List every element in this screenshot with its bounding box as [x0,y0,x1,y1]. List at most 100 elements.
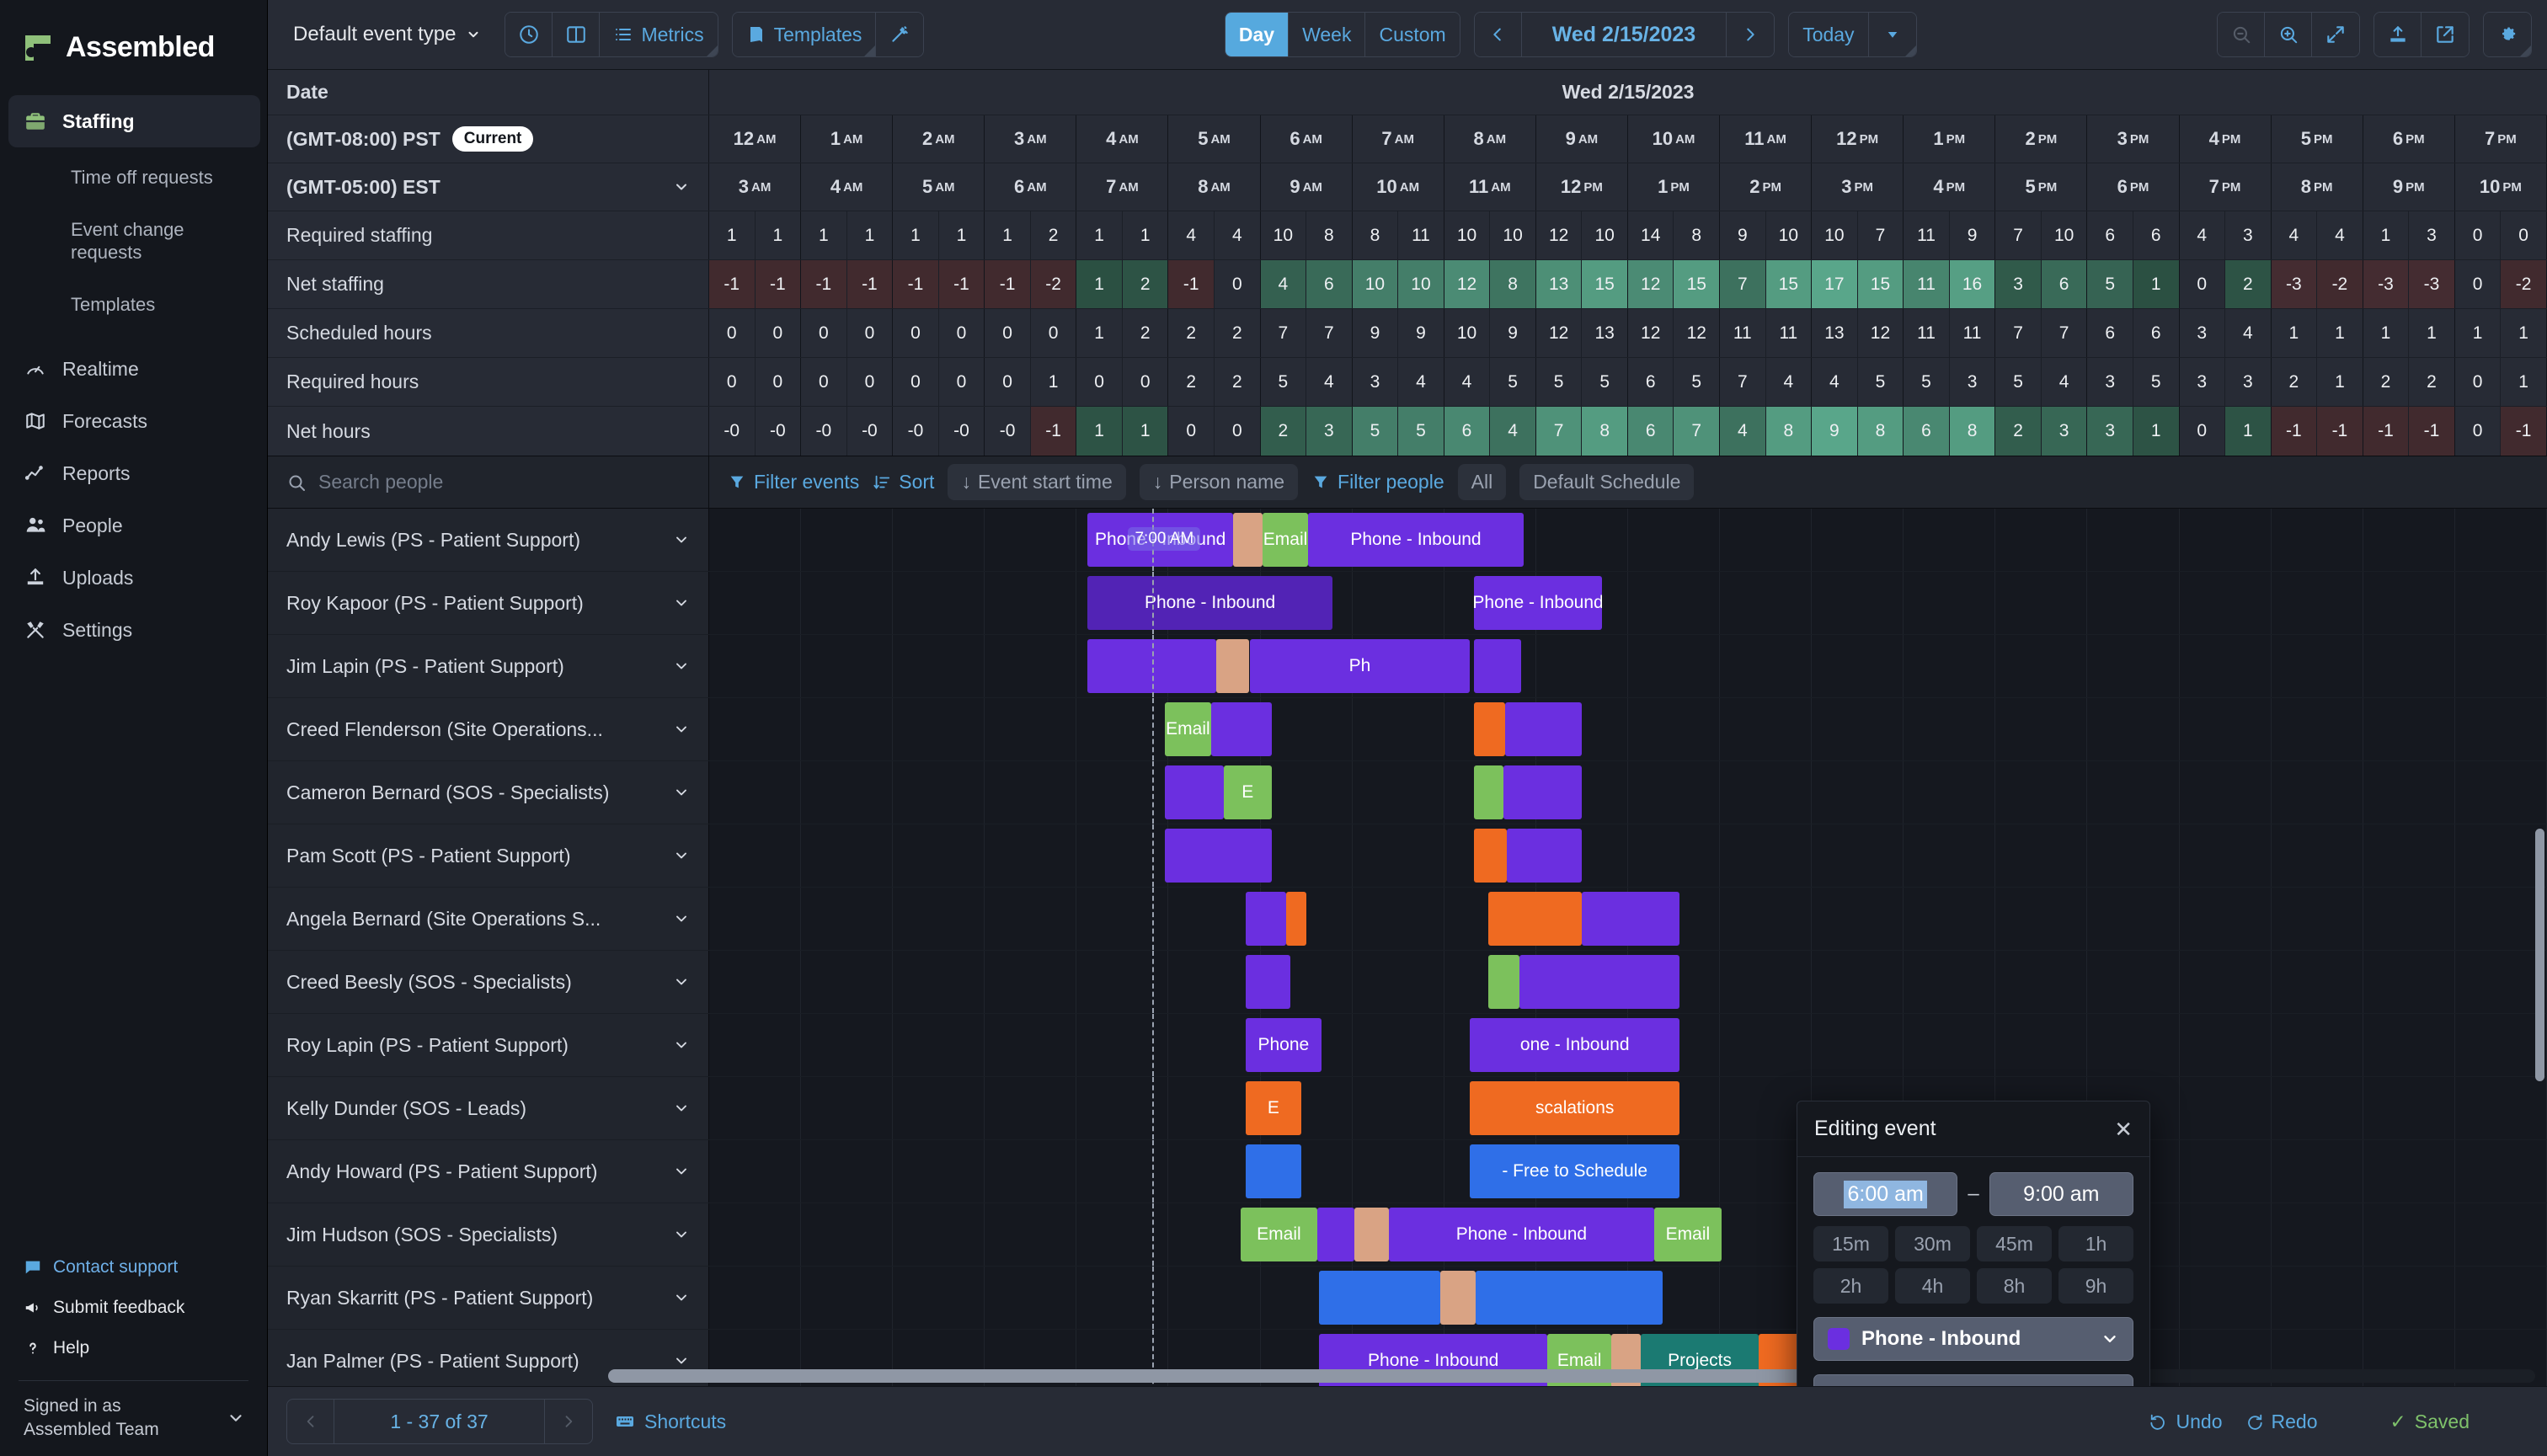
sort-chip-event-start-time[interactable]: ↓ Event start time [948,464,1126,500]
duration-preset-30m[interactable]: 30m [1895,1226,1970,1261]
templates-button[interactable]: Templates [732,13,877,56]
duration-preset-1h[interactable]: 1h [2058,1226,2133,1261]
schedule-event[interactable] [1519,955,1680,1009]
next-page-button[interactable] [545,1400,592,1443]
schedule-lane[interactable]: Phone - Inbound Phone - Inbound [709,572,2547,634]
schedule-event[interactable]: Phone - Inbound [1308,513,1524,567]
schedule-event[interactable] [1488,955,1520,1009]
share-icon[interactable] [2422,13,2470,56]
schedule-lane[interactable] [709,951,2547,1013]
chevron-down-icon[interactable] [673,1226,690,1243]
chevron-down-icon[interactable] [673,910,690,927]
schedule-grid[interactable]: Andy Lewis (PS - Patient Support)Phone -… [268,509,2547,1386]
timezone-secondary-select[interactable]: (GMT-05:00) EST [268,163,709,211]
schedule-event[interactable]: - Free to Schedule [1470,1144,1680,1198]
sort-chip-person-name[interactable]: ↓ Person name [1139,464,1299,500]
today-button[interactable]: Today [1789,13,1869,56]
schedule-event[interactable]: Phone - Inbound [1389,1208,1654,1261]
person-name-cell[interactable]: Jim Hudson (SOS - Specialists) [268,1203,709,1266]
person-name-cell[interactable]: Angela Bernard (Site Operations S... [268,888,709,950]
schedule-event[interactable]: scalations [1470,1081,1680,1135]
schedule-lane[interactable]: - Free to Schedule [709,1140,2547,1203]
person-name-cell[interactable]: Creed Beesly (SOS - Specialists) [268,951,709,1013]
schedule-event[interactable] [1475,1271,1663,1325]
search-input[interactable] [318,471,690,493]
schedule-event[interactable] [1582,892,1680,946]
schedule-event[interactable]: Email [1165,702,1211,756]
duration-preset-2h[interactable]: 2h [1813,1268,1888,1304]
schedule-event[interactable]: Ph [1249,639,1471,693]
person-name-cell[interactable]: Cameron Bernard (SOS - Specialists) [268,761,709,824]
schedule-lane[interactable]: Phone one - Inbound [709,1014,2547,1076]
chevron-down-icon[interactable] [673,658,690,675]
schedule-event[interactable] [1216,639,1250,693]
sidebar-item-uploads[interactable]: Uploads [0,552,267,604]
person-name-cell[interactable]: Ryan Skarritt (PS - Patient Support) [268,1267,709,1329]
chevron-down-icon[interactable] [673,531,690,548]
schedule-event[interactable]: Email [1240,1208,1318,1261]
chevron-down-icon[interactable] [673,595,690,611]
schedule-event[interactable] [1319,1271,1441,1325]
person-name-cell[interactable]: Jim Lapin (PS - Patient Support) [268,635,709,697]
description-textarea[interactable]: Description (optional) [1813,1374,2133,1386]
event-type-select[interactable]: Default event type [283,16,491,53]
filter-chip-all[interactable]: All [1457,464,1507,500]
help-link[interactable]: Help [0,1328,267,1368]
prev-day-button[interactable] [1474,13,1522,56]
schedule-event[interactable] [1246,892,1287,946]
zoom-out-icon[interactable] [2218,13,2266,56]
chevron-down-icon[interactable] [673,973,690,990]
schedule-lane[interactable]: E [709,761,2547,824]
sidebar-item-forecasts[interactable]: Forecasts [0,395,267,447]
schedule-lane[interactable]: Escalations [709,1077,2547,1139]
current-date-label[interactable]: Wed 2/15/2023 [1521,13,1727,56]
schedule-event[interactable] [1488,892,1583,946]
view-mode-week[interactable]: Week [1289,13,1366,56]
upload-icon[interactable] [2374,13,2422,56]
schedule-event[interactable] [1473,829,1507,883]
expand-icon[interactable] [2312,13,2360,56]
schedule-event[interactable] [1246,1144,1301,1198]
schedule-event[interactable] [1506,829,1583,883]
duration-preset-8h[interactable]: 8h [1977,1268,2052,1304]
schedule-event[interactable]: E [1223,765,1272,819]
sidebar-item-settings[interactable]: Settings [0,604,267,656]
schedule-event[interactable] [1317,1208,1354,1261]
chevron-down-icon[interactable] [673,1352,690,1369]
event-type-dropdown[interactable]: Phone - Inbound [1813,1317,2133,1361]
clock-icon[interactable] [505,13,553,56]
horizontal-scrollbar[interactable] [608,1369,2535,1383]
magic-wand-icon[interactable] [876,13,924,56]
schedule-lane[interactable] [709,888,2547,950]
person-name-cell[interactable]: Roy Lapin (PS - Patient Support) [268,1014,709,1076]
chevron-down-icon[interactable] [673,847,690,864]
person-name-cell[interactable]: Roy Kapoor (PS - Patient Support) [268,572,709,634]
duration-preset-9h[interactable]: 9h [2058,1268,2133,1304]
person-name-cell[interactable]: Creed Flenderson (Site Operations... [268,698,709,760]
view-mode-custom[interactable]: Custom [1365,13,1460,56]
sidebar-item-reports[interactable]: Reports [0,447,267,499]
redo-button[interactable]: Redo [2245,1411,2318,1433]
chevron-down-icon[interactable] [673,1163,690,1180]
schedule-event[interactable]: Email [1262,513,1309,567]
schedule-event[interactable]: Phone - Inbound [1473,576,1603,630]
chevron-down-icon[interactable] [673,784,690,801]
schedule-event[interactable]: Phone - Inbound [1087,576,1332,630]
submit-feedback-link[interactable]: Submit feedback [0,1288,267,1328]
person-name-cell[interactable]: Pam Scott (PS - Patient Support) [268,824,709,887]
schedule-event[interactable] [1286,892,1307,946]
metrics-button[interactable]: Metrics [600,13,718,56]
columns-icon[interactable] [553,13,601,56]
schedule-event[interactable] [1354,1208,1390,1261]
schedule-lane[interactable]: Email [709,698,2547,760]
vertical-scrollbar[interactable] [2535,829,2544,1081]
close-icon[interactable]: ✕ [2114,1118,2133,1140]
schedule-event[interactable]: one - Inbound [1470,1018,1680,1072]
sidebar-item-event-change-requests[interactable]: Event change requests [0,210,236,273]
schedule-event[interactable] [1246,955,1290,1009]
chevron-down-icon[interactable] [673,1289,690,1306]
schedule-lane[interactable]: Email Phone - Inbound Email [709,1203,2547,1266]
filter-people-button[interactable]: Filter people [1311,471,1444,493]
schedule-event[interactable]: Email [1653,1208,1722,1261]
filter-events-button[interactable]: Filter events [728,471,859,493]
